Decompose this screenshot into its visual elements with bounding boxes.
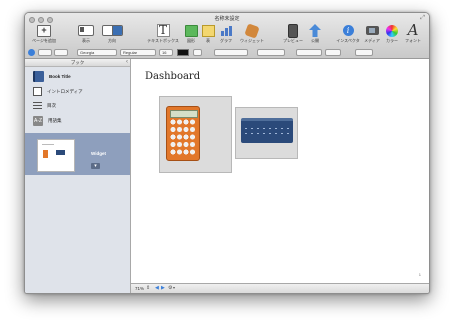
page-number: 1 [418, 272, 421, 277]
sidebar-item-widget[interactable]: Widget ▾ [25, 133, 130, 175]
toolbar: + ページを追加 表示 方向 T テキストボックス 図形 表 グラフ ウィジェッ… [25, 23, 429, 46]
text-color-well[interactable] [177, 49, 189, 56]
zoom-level[interactable]: 71% [135, 286, 144, 291]
font-family-popup[interactable]: Georgia [77, 49, 117, 56]
media-icon [365, 26, 379, 35]
shapes-button[interactable]: 図形 [184, 23, 198, 46]
add-page-icon: + [37, 24, 51, 37]
calculator-icon [166, 106, 200, 161]
widget-label: Widget [91, 151, 106, 156]
shapes-label: 図形 [187, 38, 195, 43]
preview-button[interactable]: プレビュー [280, 23, 306, 46]
inspector-button[interactable]: i インスペクタ [335, 23, 361, 46]
chart-icon [220, 26, 232, 36]
media-label: メディア [364, 38, 380, 43]
sidebar: ブック ‹ Book Title イントロメディア 目次 A-Z 用語集 Wid… [25, 59, 131, 293]
colors-label: カラー [386, 38, 398, 43]
zoom-stepper-icon[interactable]: ⇕ [146, 285, 150, 291]
add-page-label: ページを追加 [32, 38, 56, 43]
publish-label: 公開 [311, 38, 319, 43]
widget-label: ウィジェット [240, 38, 264, 43]
paragraph-style-popup[interactable] [38, 49, 52, 56]
page-settings-chevron-icon[interactable]: ▾ [173, 285, 175, 290]
window-title: 名称未設定 [214, 16, 240, 22]
orientation-label: 方向 [108, 38, 116, 43]
view-button[interactable]: 表示 [77, 23, 95, 46]
publish-icon [309, 24, 321, 37]
line-spacing-popup[interactable] [296, 49, 322, 56]
widget-options-icon[interactable]: ▾ [91, 163, 100, 169]
colors-button[interactable]: カラー [384, 23, 400, 46]
preview-icon [288, 23, 298, 38]
publish-button[interactable]: 公開 [307, 23, 323, 46]
font-style-popup[interactable]: Regular [120, 49, 156, 56]
view-label: 表示 [82, 38, 90, 43]
table-button[interactable]: 表 [201, 23, 215, 46]
widget-icon [244, 22, 260, 39]
sidebar-item-intro-media[interactable]: イントロメディア [33, 87, 83, 96]
status-bar: 71% ⇕ ◀ ▶ ⚙ ▾ [131, 283, 429, 293]
colors-icon [386, 24, 398, 37]
widget-page-thumbnail [37, 139, 75, 172]
table-icon [201, 24, 215, 37]
intro-media-icon [33, 87, 42, 96]
format-menu-icon[interactable] [28, 49, 35, 56]
sidebar-item-label: Book Title [49, 74, 71, 79]
orientation-icon [101, 25, 123, 36]
calculator-widget[interactable] [159, 96, 232, 173]
sidebar-item-label: イントロメディア [47, 88, 83, 94]
fonts-icon: A [407, 21, 419, 39]
page-settings-icon[interactable]: ⚙ [168, 285, 172, 291]
list-popup[interactable] [355, 49, 373, 56]
widget-button[interactable]: ウィジェット [237, 22, 267, 46]
text-box-button[interactable]: T テキストボックス [147, 23, 179, 46]
sidebar-item-label: 目次 [47, 103, 56, 108]
text-box-label: テキストボックス [147, 38, 179, 43]
book-icon [33, 71, 44, 82]
sidebar-header: ブック [25, 59, 130, 67]
media-button[interactable]: メディア [363, 23, 381, 46]
alignment-buttons[interactable] [257, 49, 285, 56]
fullscreen-icon[interactable]: ⤢ [420, 15, 425, 22]
inspector-label: インスペクタ [336, 38, 360, 43]
add-page-button[interactable]: + ページを追加 [31, 23, 57, 46]
toc-icon [33, 102, 42, 110]
chart-label: グラフ [220, 38, 232, 43]
sidebar-item-label: 用語集 [48, 118, 62, 123]
chart-button[interactable]: グラフ [218, 23, 234, 46]
app-window: 名称未設定 ⤢ + ページを追加 表示 方向 T テキストボックス 図形 表 グ… [24, 12, 430, 294]
dashboard-icon [241, 118, 293, 143]
collapse-icon[interactable]: ‹ [126, 59, 128, 65]
sidebar-item-book-title[interactable]: Book Title [33, 71, 71, 82]
fonts-label: フォント [405, 38, 421, 43]
page-canvas[interactable]: Dashboard 1 [131, 59, 429, 283]
previous-page-icon[interactable]: ◀ [155, 285, 159, 291]
fonts-button[interactable]: A フォント [402, 23, 424, 46]
columns-popup[interactable] [325, 49, 341, 56]
sidebar-item-toc[interactable]: 目次 [33, 102, 56, 110]
page-title[interactable]: Dashboard [145, 71, 200, 82]
orientation-button[interactable]: 方向 [101, 23, 123, 46]
table-label: 表 [206, 38, 210, 43]
preview-label: プレビュー [283, 38, 303, 43]
format-bar: Georgia Regular 16 [25, 47, 429, 58]
bold-italic-underline-buttons[interactable] [214, 49, 248, 56]
thumb-calculator [43, 150, 48, 158]
title-bar: 名称未設定 ⤢ + ページを追加 表示 方向 T テキストボックス 図形 表 グ… [25, 13, 429, 59]
inspector-icon: i [342, 25, 354, 36]
glossary-icon: A-Z [33, 116, 43, 126]
next-page-icon[interactable]: ▶ [161, 285, 165, 291]
view-icon [78, 25, 94, 36]
text-options-popup[interactable] [193, 49, 202, 56]
dashboard-widget[interactable] [235, 107, 298, 159]
text-box-icon: T [156, 24, 170, 37]
thumb-dashboard [56, 150, 65, 155]
font-size-field[interactable]: 16 [159, 49, 173, 56]
shapes-icon [184, 24, 198, 37]
sidebar-item-glossary[interactable]: A-Z 用語集 [33, 116, 62, 126]
list-style-popup[interactable] [54, 49, 68, 56]
